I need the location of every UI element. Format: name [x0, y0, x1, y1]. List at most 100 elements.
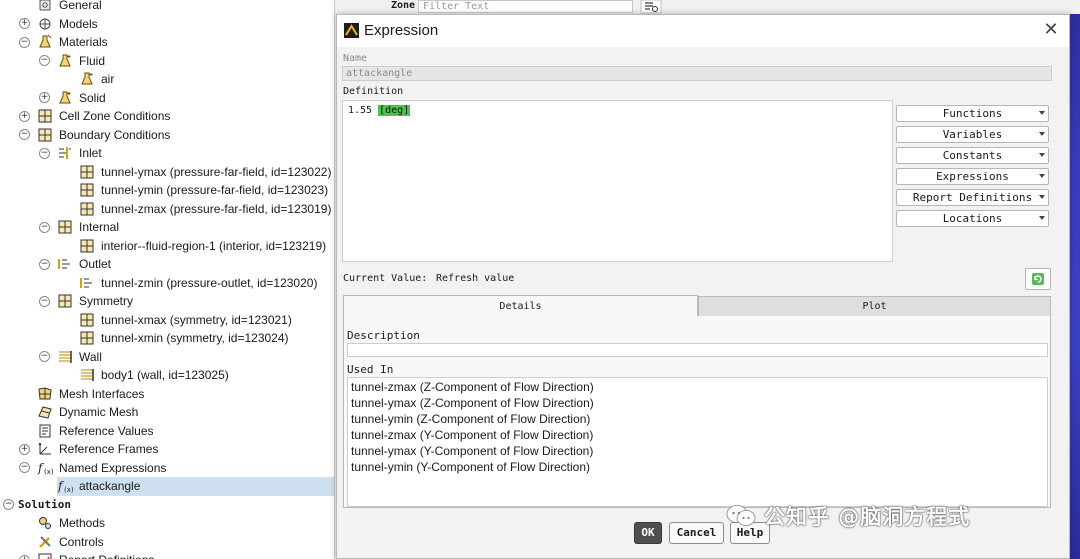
tree-item[interactable]: − Fluid — [0, 52, 334, 71]
tree-item[interactable]: Mesh Interfaces — [0, 385, 334, 404]
definition-unit: [deg] — [378, 105, 411, 116]
description-field[interactable] — [347, 343, 1048, 357]
close-icon[interactable]: ✕ — [1041, 20, 1061, 40]
flask-icon — [57, 90, 73, 106]
tree-item[interactable]: tunnel-zmax (pressure-far-field, id=1230… — [0, 200, 334, 219]
collapse-icon[interactable]: − — [19, 36, 30, 48]
tree-item[interactable]: − Symmetry — [0, 292, 334, 311]
tree-item-label: Reference Frames — [59, 442, 159, 456]
tree-item[interactable]: − Wall — [0, 348, 334, 367]
collapse-icon[interactable]: − — [39, 351, 50, 362]
tree-item-label: interior--fluid-region-1 (interior, id=1… — [101, 238, 327, 253]
list-item: tunnel-ymin (Y-Component of Flow Directi… — [351, 460, 590, 474]
tab-plot[interactable]: Plot — [698, 296, 1051, 317]
tree-item-label: Fluid — [79, 53, 106, 68]
tree-item-label: tunnel-xmax (symmetry, id=123021) — [101, 312, 292, 327]
zone-filter-input[interactable]: Filter Text — [418, 0, 633, 13]
tab-details[interactable]: Details — [343, 295, 698, 317]
collapse-icon[interactable]: − — [39, 147, 50, 159]
expression-dialog: Expression ✕ Name attackangle Definition… — [336, 14, 1070, 559]
tree-item[interactable]: General — [0, 0, 334, 15]
function-icon: f (x) — [37, 460, 53, 476]
cancel-button[interactable]: Cancel — [669, 522, 724, 544]
expand-icon[interactable]: + — [19, 110, 30, 122]
collapse-icon[interactable]: − — [19, 129, 30, 140]
tree-item-label: Solid — [79, 90, 106, 105]
tree-item-label: Symmetry — [79, 294, 133, 308]
locations-dropdown[interactable]: Locations — [896, 210, 1049, 227]
expand-icon[interactable]: + — [39, 92, 50, 103]
tree-item[interactable]: body1 (wall, id=123025) — [0, 366, 334, 385]
flask-icon — [79, 71, 95, 87]
tree-item-label: tunnel-zmax (pressure-far-field, id=1230… — [101, 201, 332, 216]
collapse-icon[interactable]: − — [39, 221, 50, 233]
name-field[interactable]: attackangle — [342, 66, 1052, 81]
outlet-icon — [57, 256, 73, 272]
collapse-icon[interactable]: − — [39, 258, 50, 270]
tree-item-label: tunnel-ymin (pressure-far-field, id=1230… — [101, 183, 329, 197]
tree-item[interactable]: Reference Values — [0, 422, 334, 441]
list-item: tunnel-ymax (Y-Component of Flow Directi… — [351, 444, 594, 458]
tree-item-label: Internal — [79, 220, 120, 234]
tree-item[interactable]: tunnel-ymax (pressure-far-field, id=1230… — [0, 163, 334, 182]
tree-item-label: General — [59, 0, 102, 12]
watermark: 公知乎 @脑洞方程式 — [726, 500, 970, 532]
collapse-icon[interactable]: − — [3, 499, 14, 510]
tree-item[interactable]: + Reference Frames — [0, 440, 334, 459]
tree-item[interactable]: − f (x) Named Expressions — [0, 459, 334, 478]
controls-icon — [37, 534, 53, 550]
tree-item[interactable]: + Models — [0, 15, 334, 34]
filter-options-icon[interactable] — [640, 0, 662, 14]
tree-item[interactable]: − Materials — [0, 33, 334, 52]
tree-item[interactable]: − Boundary Conditions — [0, 126, 334, 145]
tree-item[interactable]: air — [0, 70, 334, 89]
collapse-icon[interactable]: − — [19, 462, 30, 473]
tree-item-label: Report Definitions — [59, 553, 154, 559]
current-value-text: Refresh value — [436, 273, 515, 284]
tree-item[interactable]: − Solution — [0, 496, 334, 515]
expressions-dropdown[interactable]: Expressions — [896, 168, 1049, 185]
tree-item[interactable]: tunnel-xmin (symmetry, id=123024) — [0, 329, 334, 348]
tree-item-label: Mesh Interfaces — [59, 386, 145, 401]
refresh-button[interactable] — [1025, 268, 1051, 290]
refresh-icon — [1032, 273, 1044, 285]
tree-item[interactable]: Controls — [0, 533, 334, 552]
constants-dropdown[interactable]: Constants — [896, 147, 1049, 164]
list-item: tunnel-zmax (Y-Component of Flow Directi… — [351, 428, 594, 442]
tree-item[interactable]: − Internal — [0, 218, 334, 237]
tree-item[interactable]: tunnel-ymin (pressure-far-field, id=1230… — [0, 181, 334, 200]
tree-item[interactable]: f (x) attackangle — [57, 477, 334, 496]
tree-item[interactable]: Dynamic Mesh — [0, 403, 334, 422]
ok-button[interactable]: OK — [634, 522, 662, 544]
tree-item[interactable]: − Inlet — [0, 144, 334, 163]
tree-item[interactable]: tunnel-xmax (symmetry, id=123021) — [0, 311, 334, 330]
tree-item-label: tunnel-ymax (pressure-far-field, id=1230… — [101, 164, 332, 179]
mesh-interfaces-icon — [37, 386, 53, 402]
definition-editor[interactable]: 1.55 [deg] — [342, 100, 893, 262]
expand-icon[interactable]: + — [19, 18, 30, 29]
functions-dropdown[interactable]: Functions — [896, 105, 1049, 122]
report-definitions-dropdown[interactable]: Report Definitions — [896, 189, 1049, 206]
tree-item[interactable]: + Report Definitions — [0, 551, 334, 559]
tree-item[interactable]: + Solid — [0, 89, 334, 108]
used-in-list[interactable]: tunnel-zmax (Z-Component of Flow Directi… — [347, 377, 1048, 507]
chevron-down-icon — [1039, 174, 1045, 178]
tree-item-label: tunnel-zmin (pressure-outlet, id=123020) — [101, 275, 318, 290]
collapse-icon[interactable]: − — [39, 295, 50, 307]
chevron-down-icon — [1039, 111, 1045, 115]
tree-item[interactable]: − Outlet — [0, 255, 334, 274]
tree-item[interactable]: Methods — [0, 514, 334, 533]
dialog-titlebar[interactable]: Expression ✕ — [337, 15, 1069, 47]
variables-dropdown[interactable]: Variables — [896, 126, 1049, 143]
chevron-down-icon — [1039, 132, 1045, 136]
tree-item[interactable]: interior--fluid-region-1 (interior, id=1… — [0, 237, 334, 256]
function-icon: f (x) — [57, 478, 73, 494]
collapse-icon[interactable]: − — [39, 55, 50, 66]
tree-item[interactable]: + Cell Zone Conditions — [0, 107, 334, 126]
expand-icon[interactable]: + — [19, 554, 30, 559]
tree-item[interactable]: tunnel-zmin (pressure-outlet, id=123020) — [0, 274, 334, 293]
expand-icon[interactable]: + — [19, 443, 30, 455]
boundary-icon — [79, 201, 95, 217]
materials-icon — [37, 34, 53, 50]
flask-icon — [57, 53, 73, 69]
